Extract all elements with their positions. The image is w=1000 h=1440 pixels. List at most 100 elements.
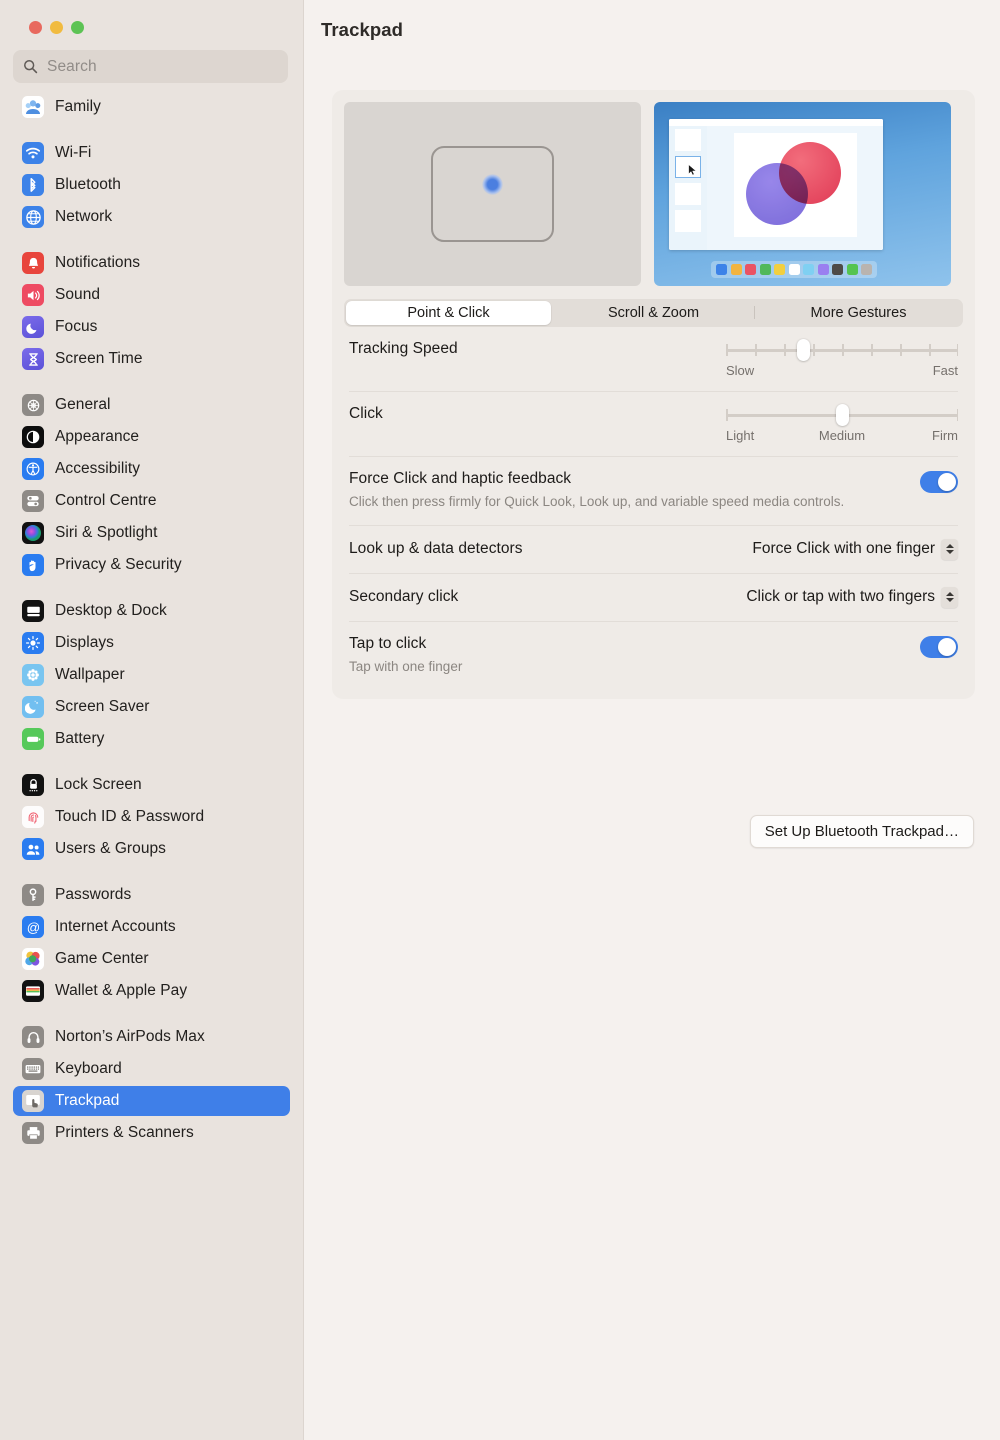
tracking-speed-track[interactable] xyxy=(726,339,958,361)
chevron-up xyxy=(945,544,954,549)
set-up-bluetooth-trackpad-button[interactable]: Set Up Bluetooth Trackpad… xyxy=(749,815,974,848)
sidebar-item-general[interactable]: General xyxy=(13,390,290,420)
sidebar-item-label: Game Center xyxy=(55,950,149,967)
sidebar-item-wallet-apple-pay[interactable]: Wallet & Apple Pay xyxy=(13,976,290,1006)
row-look-up: Look up & data detectors Force Click wit… xyxy=(332,524,975,573)
secondary-click-popup-button[interactable]: Click or tap with two fingers xyxy=(746,586,958,608)
sidebar-item-desktop-dock[interactable]: Desktop & Dock xyxy=(13,596,290,626)
sidebar-group-devices: Norton’s AirPods Max Keyboard Trackpad P… xyxy=(13,1022,290,1148)
color-swatch[interactable] xyxy=(759,264,771,275)
row-click: Click Light Medium Firm xyxy=(332,391,975,456)
color-swatch[interactable] xyxy=(730,264,742,275)
sidebar-item-focus[interactable]: Focus xyxy=(13,312,290,342)
mini-window-sidebar xyxy=(669,119,707,250)
color-swatch[interactable] xyxy=(832,264,843,275)
color-swatch[interactable] xyxy=(774,264,785,275)
trackpad-settings-card: Point & Click Scroll & Zoom More Gesture… xyxy=(332,90,975,700)
color-swatch[interactable] xyxy=(846,264,858,275)
sidebar-group-network: Wi-Fi Bluetooth Network xyxy=(13,138,290,232)
tab-more-gestures[interactable]: More Gestures xyxy=(756,301,961,325)
preview-row xyxy=(332,90,975,286)
sidebar-item-label: Keyboard xyxy=(55,1060,122,1077)
trackpad-icon xyxy=(22,1090,44,1112)
sidebar-item-displays[interactable]: Displays xyxy=(13,628,290,658)
sidebar-item-users-groups[interactable]: Users & Groups xyxy=(13,834,290,864)
color-swatch-palette xyxy=(711,261,877,278)
secondary-click-label: Secondary click xyxy=(349,588,459,606)
chevron-up-down-icon[interactable] xyxy=(941,538,958,560)
lock-screen-icon xyxy=(22,774,44,796)
settings-rows: Tracking Speed Slow Fast Click Light Med… xyxy=(332,327,975,699)
sidebar-item-battery[interactable]: Battery xyxy=(13,724,290,754)
sidebar-item-airpods-max[interactable]: Norton’s AirPods Max xyxy=(13,1022,290,1052)
sidebar-item-passwords[interactable]: Passwords xyxy=(13,880,290,910)
sidebar-item-keyboard[interactable]: Keyboard xyxy=(13,1054,290,1084)
tap-to-click-label: Tap to click xyxy=(349,634,427,652)
sidebar-item-touch-id-password[interactable]: Touch ID & Password xyxy=(13,802,290,832)
look-up-popup-button[interactable]: Force Click with one finger xyxy=(752,538,958,560)
toggle-knob xyxy=(938,473,956,491)
screen-time-icon xyxy=(22,348,44,370)
force-click-toggle[interactable] xyxy=(920,471,958,493)
tab-point-and-click[interactable]: Point & Click xyxy=(346,301,551,325)
sidebar-item-screen-saver[interactable]: Screen Saver xyxy=(13,692,290,722)
sidebar-item-label: Appearance xyxy=(55,428,140,445)
sidebar-item-bluetooth[interactable]: Bluetooth xyxy=(13,170,290,200)
sidebar-item-notifications[interactable]: Notifications xyxy=(13,248,290,278)
sidebar-item-trackpad[interactable]: Trackpad xyxy=(13,1086,290,1116)
keyboard-icon xyxy=(22,1058,44,1080)
chevron-up xyxy=(945,592,954,597)
sidebar-item-screen-time[interactable]: Screen Time xyxy=(13,344,290,374)
sidebar-item-label: Siri & Spotlight xyxy=(55,524,158,541)
tab-scroll-and-zoom[interactable]: Scroll & Zoom xyxy=(551,301,756,325)
sidebar-item-family[interactable]: Family xyxy=(13,92,290,122)
trackpad-outline xyxy=(431,146,554,242)
minimize-button[interactable] xyxy=(50,21,63,34)
mini-window-preview xyxy=(669,119,883,250)
color-swatch[interactable] xyxy=(788,264,800,275)
artwork-canvas xyxy=(733,132,857,237)
tracking-speed-thumb[interactable] xyxy=(796,339,810,361)
sidebar-item-game-center[interactable]: Game Center xyxy=(13,944,290,974)
sidebar-item-label: Wallpaper xyxy=(55,666,125,683)
slider-tick xyxy=(900,344,902,356)
search-input[interactable]: Search xyxy=(13,50,288,83)
sidebar-item-network[interactable]: Network xyxy=(13,202,290,232)
sidebar-item-sound[interactable]: Sound xyxy=(13,280,290,310)
click-thumb[interactable] xyxy=(836,404,849,426)
click-slider[interactable]: Light Medium Firm xyxy=(726,404,958,443)
color-swatch[interactable] xyxy=(716,264,727,275)
tap-to-click-description: Tap with one finger xyxy=(349,658,463,674)
color-swatch[interactable] xyxy=(861,264,872,275)
sidebar-item-label: Battery xyxy=(55,730,105,747)
sidebar-item-control-centre[interactable]: Control Centre xyxy=(13,486,290,516)
chevron-up-down-icon[interactable] xyxy=(941,586,958,608)
chevron-down xyxy=(945,550,954,555)
sidebar-item-appearance[interactable]: Appearance xyxy=(13,422,290,452)
sidebar-item-lock-screen[interactable]: Lock Screen xyxy=(13,770,290,800)
search-placeholder: Search xyxy=(47,57,97,75)
sidebar-item-printers-scanners[interactable]: Printers & Scanners xyxy=(13,1118,290,1148)
sidebar-item-privacy-security[interactable]: Privacy & Security xyxy=(13,550,290,580)
sidebar-item-wallpaper[interactable]: Wallpaper xyxy=(13,660,290,690)
color-swatch[interactable] xyxy=(803,264,814,275)
slider-tick xyxy=(842,344,844,356)
sidebar-item-internet-accounts[interactable]: @ Internet Accounts xyxy=(13,912,290,942)
sidebar-item-accessibility[interactable]: Accessibility xyxy=(13,454,290,484)
click-track[interactable] xyxy=(726,404,958,426)
sidebar-item-siri-spotlight[interactable]: Siri & Spotlight xyxy=(13,518,290,548)
sidebar-item-wi-fi[interactable]: Wi-Fi xyxy=(13,138,290,168)
wallpaper-icon xyxy=(22,664,44,686)
svg-text:@: @ xyxy=(26,919,39,934)
slider-tick xyxy=(871,344,873,356)
click-label: Click xyxy=(349,405,383,422)
maximize-button[interactable] xyxy=(71,21,84,34)
color-swatch[interactable] xyxy=(817,264,829,275)
tracking-speed-slider[interactable]: Slow Fast xyxy=(726,339,958,378)
color-swatch[interactable] xyxy=(745,264,756,275)
sidebar-item-label: Screen Saver xyxy=(55,698,150,715)
close-button[interactable] xyxy=(29,21,42,34)
tap-to-click-toggle[interactable] xyxy=(920,635,958,658)
sound-icon xyxy=(22,284,44,306)
window-controls xyxy=(0,0,303,34)
